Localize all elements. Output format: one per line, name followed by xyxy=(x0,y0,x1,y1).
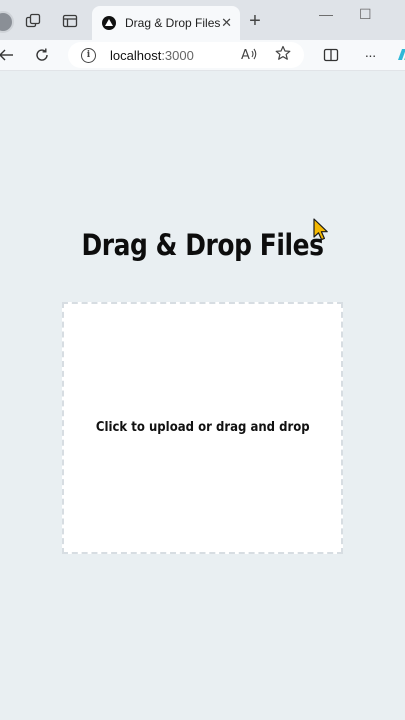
mouse-cursor-icon xyxy=(313,218,329,247)
svg-text:A: A xyxy=(241,48,250,63)
star-icon[interactable] xyxy=(275,45,291,64)
address-bar[interactable]: i localhost:3000 A xyxy=(68,42,304,68)
copilot-icon[interactable] xyxy=(392,43,405,67)
url-host: localhost xyxy=(110,47,162,63)
minimize-window-button[interactable]: — xyxy=(319,6,333,22)
workspaces-icon[interactable] xyxy=(20,8,46,34)
tab-active[interactable]: Drag & Drop Files ✕ xyxy=(92,6,240,40)
browser-toolbar: i localhost:3000 A ··· xyxy=(0,40,405,71)
file-dropzone[interactable]: Click to upload or drag and drop xyxy=(62,302,343,554)
maximize-window-button[interactable]: ☐ xyxy=(359,6,372,23)
profile-avatar-icon[interactable] xyxy=(0,11,14,33)
more-icon[interactable]: ··· xyxy=(358,43,382,67)
refresh-icon[interactable] xyxy=(30,43,54,67)
dropzone-label: Click to upload or drag and drop xyxy=(95,419,310,435)
read-aloud-icon[interactable]: A xyxy=(240,45,258,66)
nextjs-favicon-icon xyxy=(102,16,116,30)
tab-title: Drag & Drop Files xyxy=(125,16,221,30)
new-tab-button[interactable]: + xyxy=(244,8,266,34)
tab-strip: Drag & Drop Files ✕ + — ☐ xyxy=(0,0,405,40)
tab-actions-icon[interactable] xyxy=(57,8,83,34)
close-tab-icon[interactable]: ✕ xyxy=(221,15,232,31)
url-port: :3000 xyxy=(161,47,194,63)
split-screen-icon[interactable] xyxy=(319,43,343,67)
back-arrow-icon[interactable] xyxy=(0,43,18,67)
site-info-icon[interactable]: i xyxy=(81,47,96,63)
